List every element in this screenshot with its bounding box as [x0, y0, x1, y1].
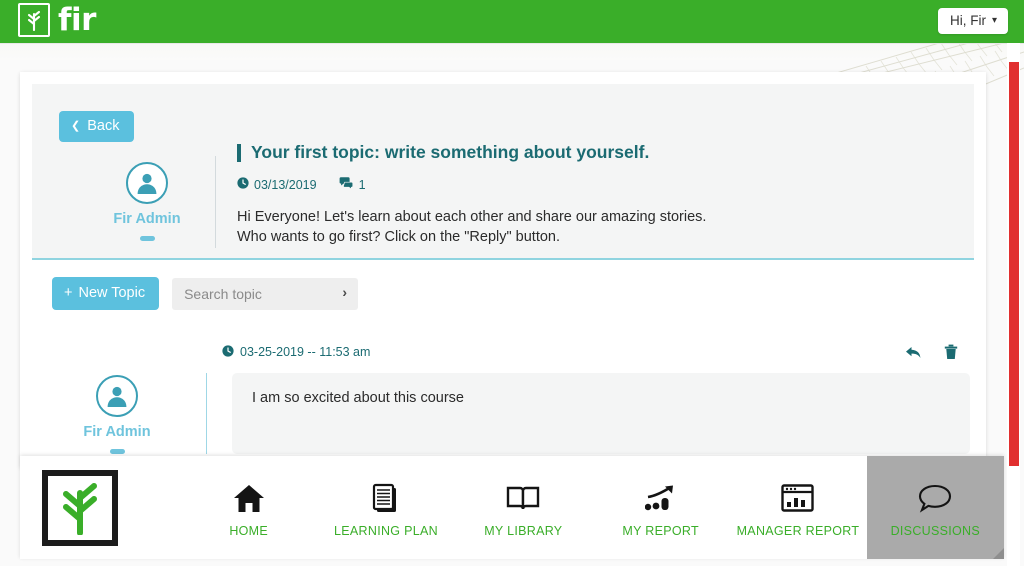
- reply-item: Fir Admin I am so excited about this cou…: [32, 373, 974, 454]
- nav-corner-fold: [993, 548, 1004, 559]
- reply-author-name: Fir Admin: [83, 424, 151, 440]
- nav-item-my-library[interactable]: MY LIBRARY: [455, 456, 592, 559]
- nav-item-discussions[interactable]: DISCUSSIONS: [866, 456, 1004, 559]
- user-menu-button[interactable]: Hi, Fir ▾: [937, 8, 1008, 34]
- nav-items: HOME LEARNING PLAN MY LIBRARY MY REPORT …: [180, 456, 1004, 559]
- title-accent-bar: [237, 143, 241, 162]
- new-topic-button-label: New Topic: [78, 285, 146, 301]
- topic-comment-count: 1: [339, 177, 366, 192]
- chevron-down-icon: ▾: [991, 14, 997, 26]
- discussion-content-card: ❮ Back Fir Admin Your first topic: write: [20, 72, 986, 467]
- topic-author-name: Fir Admin: [113, 211, 181, 227]
- search-topic-field: ›: [172, 277, 359, 310]
- plus-icon: +: [64, 285, 73, 301]
- topic-text-line-2: Who wants to go first? Click on the "Rep…: [237, 229, 561, 245]
- reply-header: 03-25-2019 -- 11:53 am: [32, 344, 974, 360]
- topic-text-line-1: Hi Everyone! Let's learn about each othe…: [237, 209, 707, 225]
- page-title: Your first topic: write something about …: [251, 142, 650, 162]
- nav-label-home: HOME: [229, 524, 269, 538]
- nav-item-home[interactable]: HOME: [180, 456, 317, 559]
- topic-actions-row: + New Topic ›: [52, 277, 359, 310]
- dashboard-chart-icon: [781, 481, 815, 515]
- topic-body: Your first topic: write something about …: [237, 142, 954, 247]
- author-underline: [109, 449, 125, 454]
- topic-title-row: Your first topic: write something about …: [237, 142, 954, 163]
- topic-author: Fir Admin: [92, 162, 202, 241]
- page-root: fir Hi, Fir ▾ ❮ Back Fir Admin Your firs…: [0, 0, 1024, 566]
- nav-item-manager-report[interactable]: MANAGER REPORT: [729, 456, 866, 559]
- brand-logo[interactable]: fir: [18, 3, 96, 37]
- nav-item-my-report[interactable]: MY REPORT: [592, 456, 729, 559]
- brand-name: fir: [58, 2, 96, 38]
- topic-text: Hi Everyone! Let's learn about each othe…: [237, 207, 954, 247]
- comments-icon: [339, 177, 354, 192]
- nav-label-learning-plan: LEARNING PLAN: [334, 524, 438, 538]
- back-button[interactable]: ❮ Back: [59, 111, 135, 142]
- nav-label-discussions: DISCUSSIONS: [890, 524, 981, 538]
- nav-label-manager-report: MANAGER REPORT: [736, 524, 860, 538]
- top-header-bar: fir Hi, Fir ▾: [0, 0, 1024, 43]
- nav-item-learning-plan[interactable]: LEARNING PLAN: [317, 456, 454, 559]
- user-greeting-label: Hi, Fir: [949, 13, 986, 28]
- topic-divider-rule: [215, 156, 216, 248]
- documents-icon: [371, 481, 401, 515]
- fir-sprout-logo-icon: [42, 469, 118, 546]
- author-underline: [139, 236, 155, 241]
- chevron-left-icon: ❮: [71, 119, 81, 132]
- speech-bubble-icon: [917, 481, 953, 515]
- topic-meta: 03/13/2019 1: [237, 177, 954, 192]
- topic-date-label: 03/13/2019: [254, 177, 317, 192]
- home-icon: [233, 481, 265, 515]
- chevron-right-icon[interactable]: ›: [342, 285, 347, 299]
- user-avatar-icon: [126, 162, 168, 204]
- growth-chart-icon: [644, 481, 677, 515]
- nav-logo[interactable]: [20, 456, 180, 559]
- new-topic-button[interactable]: + New Topic: [52, 277, 160, 310]
- reply-author: Fir Admin: [32, 373, 202, 454]
- bottom-navigation-bar: HOME LEARNING PLAN MY LIBRARY MY REPORT …: [20, 456, 1004, 559]
- header-divider: [0, 43, 1024, 44]
- scrollbar-thumb[interactable]: [1009, 62, 1019, 466]
- topic-date: 03/13/2019: [237, 177, 317, 192]
- reply-timestamp-label: 03-25-2019 -- 11:53 am: [240, 345, 371, 359]
- reply-message: I am so excited about this course: [232, 373, 970, 454]
- open-book-icon: [506, 481, 540, 515]
- clock-icon: [222, 344, 234, 360]
- user-avatar-icon: [96, 375, 138, 417]
- trash-icon[interactable]: [944, 344, 958, 360]
- topic-comment-count-label: 1: [358, 177, 366, 192]
- search-input[interactable]: [172, 277, 359, 310]
- nav-label-my-library: MY LIBRARY: [484, 524, 563, 538]
- reply-arrow-icon[interactable]: [905, 345, 922, 360]
- topic-panel: ❮ Back Fir Admin Your first topic: write: [32, 84, 974, 260]
- fir-sprout-logo-icon: [18, 3, 50, 37]
- back-button-label: Back: [87, 118, 120, 134]
- reply-action-buttons: [905, 344, 958, 360]
- clock-icon: [237, 177, 249, 192]
- reply-list: 03-25-2019 -- 11:53 am Fir Admin I am so…: [32, 344, 974, 454]
- reply-divider-rule: [206, 373, 207, 454]
- reply-timestamp: 03-25-2019 -- 11:53 am: [222, 344, 371, 360]
- nav-label-my-report: MY REPORT: [622, 524, 699, 538]
